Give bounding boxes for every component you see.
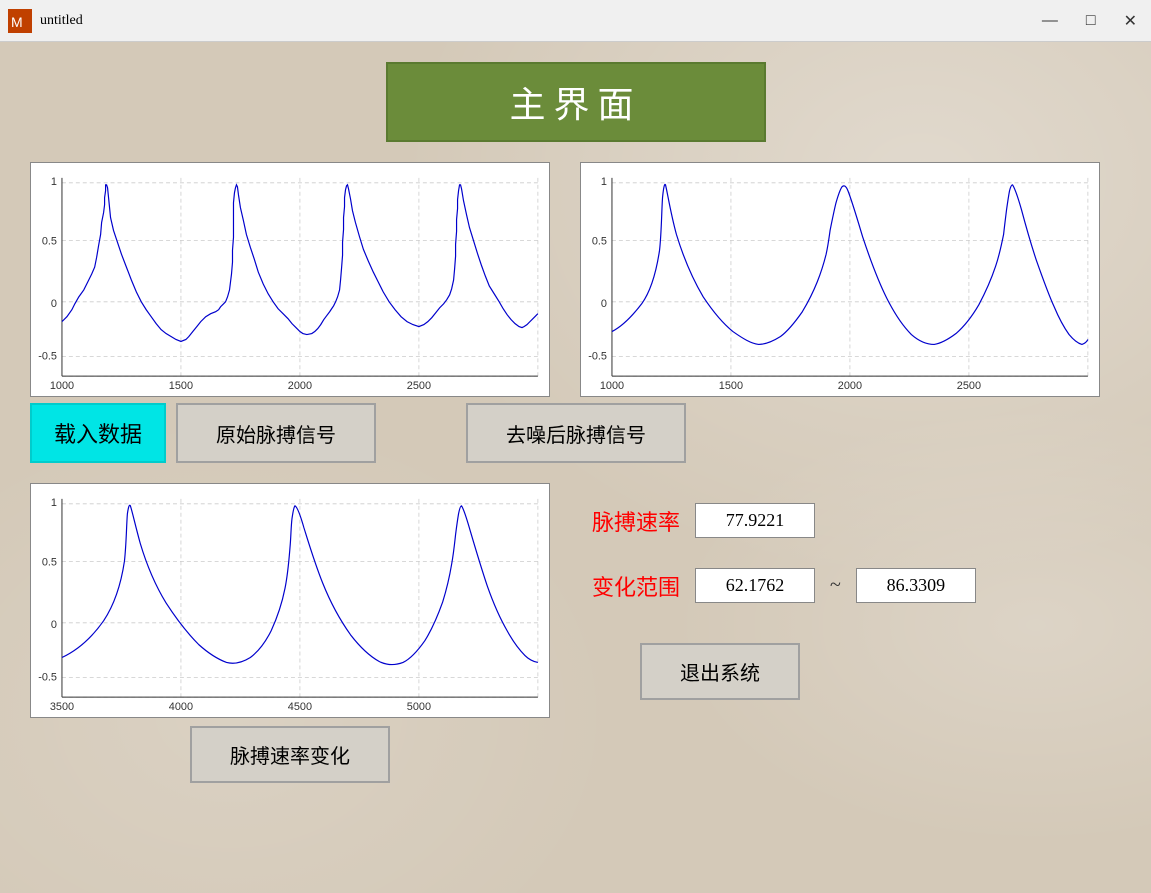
exit-button[interactable]: 退出系统 — [640, 643, 800, 700]
range-high-value: 86.3309 — [856, 568, 976, 603]
denoised-signal-button[interactable]: 去噪后脉搏信号 — [466, 403, 686, 463]
chart-denoised-svg: 1 0.5 0 -0.5 1000 — [581, 163, 1099, 396]
close-button[interactable]: ✕ — [1118, 9, 1143, 33]
change-range-label: 变化范围 — [590, 570, 680, 602]
y-label-1: 1 — [51, 497, 57, 509]
chart-original-svg: 1 0.5 0 -0.5 — [31, 163, 549, 396]
x-label-4500: 4500 — [288, 701, 312, 713]
pulse-rate-label: 脉搏速率 — [590, 505, 680, 537]
y-label-0: 0 — [51, 619, 57, 631]
bottom-section: 1 0.5 0 -0.5 — [30, 483, 1121, 783]
x-label-2500: 2500 — [957, 380, 981, 392]
chart-pulse-svg: 1 0.5 0 -0.5 — [31, 484, 549, 717]
bottom-left-section: 1 0.5 0 -0.5 — [30, 483, 550, 783]
top-buttons-row: 载入数据 原始脉搏信号 去噪后脉搏信号 — [30, 403, 1121, 463]
y-label-05: 0.5 — [592, 235, 607, 247]
y-label-1: 1 — [601, 176, 607, 188]
main-title: 主界面 — [509, 85, 641, 125]
main-content: 主界面 1 0.5 0 -0.5 — [0, 42, 1151, 793]
y-label-05: 0.5 — [42, 556, 57, 568]
x-label-1000: 1000 — [600, 380, 624, 392]
chart-denoised-signal: 1 0.5 0 -0.5 1000 — [580, 162, 1100, 397]
pulse-rate-value: 77.9221 — [695, 503, 815, 538]
y-label-n05: -0.5 — [38, 671, 57, 683]
x-label-2000: 2000 — [288, 380, 312, 392]
range-low-value: 62.1762 — [695, 568, 815, 603]
x-label-4000: 4000 — [169, 701, 193, 713]
charts-top-row: 1 0.5 0 -0.5 — [30, 162, 1121, 397]
y-label-0: 0 — [601, 298, 607, 310]
load-data-button[interactable]: 载入数据 — [30, 403, 166, 463]
tilde-separator: ~ — [830, 574, 841, 597]
x-label-3500: 3500 — [50, 701, 74, 713]
chart-pulse-rate-change: 1 0.5 0 -0.5 — [30, 483, 550, 718]
chart-original-signal: 1 0.5 0 -0.5 — [30, 162, 550, 397]
x-label-5000: 5000 — [407, 701, 431, 713]
y-label-n05: -0.5 — [588, 350, 607, 362]
x-label-1500: 1500 — [719, 380, 743, 392]
bottom-right-section: 脉搏速率 77.9221 变化范围 62.1762 ~ 86.3309 退出系统 — [580, 483, 1121, 720]
x-label-2500: 2500 — [407, 380, 431, 392]
titlebar: M untitled — □ ✕ — [0, 0, 1151, 42]
minimize-button[interactable]: — — [1036, 9, 1064, 33]
svg-text:M: M — [11, 14, 23, 30]
y-label-1: 1 — [51, 176, 57, 188]
pulse-rate-row: 脉搏速率 77.9221 — [590, 503, 1111, 538]
pulse-rate-change-button[interactable]: 脉搏速率变化 — [190, 726, 390, 783]
maximize-button[interactable]: □ — [1080, 9, 1102, 33]
y-label-05: 0.5 — [42, 235, 57, 247]
change-range-row: 变化范围 62.1762 ~ 86.3309 — [590, 568, 1111, 603]
app-icon: M — [8, 9, 32, 33]
header-box: 主界面 — [386, 62, 766, 142]
window-title: untitled — [40, 13, 1036, 29]
x-label-1500: 1500 — [169, 380, 193, 392]
y-label-n05: -0.5 — [38, 350, 57, 362]
original-signal-button[interactable]: 原始脉搏信号 — [176, 403, 376, 463]
y-label-0: 0 — [51, 298, 57, 310]
x-label-2000: 2000 — [838, 380, 862, 392]
x-label-1000: 1000 — [50, 380, 74, 392]
window-controls: — □ ✕ — [1036, 9, 1143, 33]
